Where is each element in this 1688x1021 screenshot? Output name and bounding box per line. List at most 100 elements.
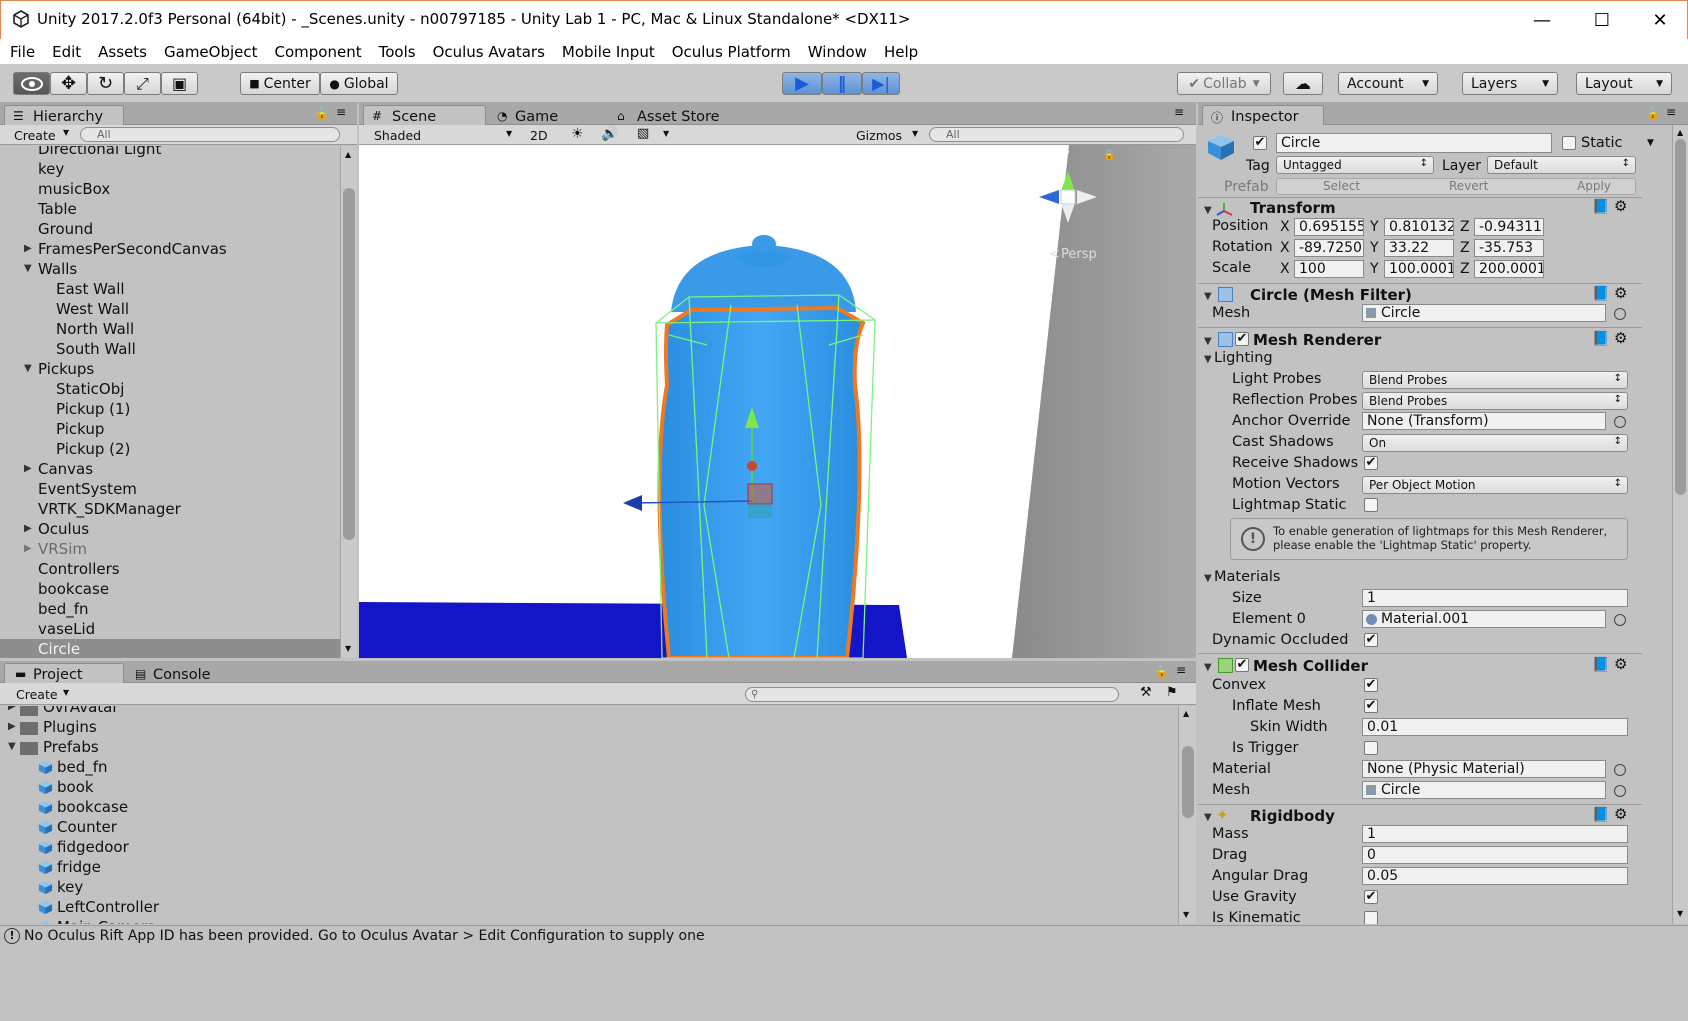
sun-icon[interactable]: ☀	[571, 126, 584, 142]
hierarchy-scroll-thumb[interactable]	[343, 188, 355, 540]
project-create-button[interactable]: Create	[16, 687, 58, 702]
scene-search-input[interactable]: All	[929, 127, 1184, 142]
lock-icon[interactable]: 🔒	[1103, 150, 1115, 161]
project-prefab-item[interactable]: bed_fn	[57, 758, 108, 776]
scale-x-input[interactable]: 100	[1294, 260, 1364, 278]
prefab-apply-button[interactable]: Apply	[1577, 179, 1611, 193]
collapse-arrow-icon[interactable]: ▼	[1204, 573, 1212, 584]
object-picker-icon[interactable]	[1614, 614, 1626, 626]
hierarchy-item[interactable]: bookcase	[38, 580, 109, 598]
tab-project[interactable]: ▬ Project	[4, 663, 124, 685]
help-icon[interactable]: 📘	[1592, 807, 1609, 823]
hierarchy-item[interactable]: Table	[38, 200, 77, 218]
rotation-x-input[interactable]: -89.72501	[1294, 239, 1364, 257]
panel-menu-icon[interactable]: ≡	[1666, 105, 1676, 119]
menu-mobile-input[interactable]: Mobile Input	[562, 43, 655, 61]
label-tag-icon[interactable]: ⚑	[1166, 685, 1178, 700]
angular-drag-input[interactable]: 0.05	[1362, 867, 1628, 885]
move-tool-button[interactable]: ✥	[50, 72, 87, 95]
anchor-override-field[interactable]: None (Transform)	[1362, 412, 1606, 430]
help-icon[interactable]: 📘	[1592, 199, 1609, 215]
hierarchy-item[interactable]: Directional Light	[38, 146, 161, 158]
collapse-arrow-icon[interactable]: ▼	[1204, 812, 1212, 823]
cast-shadows-dropdown[interactable]: On	[1362, 434, 1628, 452]
prefab-revert-button[interactable]: Revert	[1449, 179, 1488, 193]
tab-console[interactable]: ▤ Console	[124, 663, 244, 685]
gear-icon[interactable]: ⚙	[1614, 284, 1627, 302]
panel-menu-icon[interactable]: ≡	[336, 105, 346, 119]
menu-tools[interactable]: Tools	[379, 43, 416, 61]
gear-icon[interactable]: ⚙	[1614, 197, 1627, 215]
object-name-input[interactable]: Circle	[1276, 133, 1552, 153]
view-tool-button[interactable]	[13, 72, 50, 95]
hierarchy-item[interactable]: Pickups	[38, 360, 94, 378]
use-gravity-checkbox[interactable]: ✔	[1364, 890, 1378, 904]
menu-assets[interactable]: Assets	[98, 43, 147, 61]
position-x-input[interactable]: 0.695155	[1294, 218, 1364, 236]
mesh-renderer-enabled-checkbox[interactable]: ✔	[1235, 332, 1249, 346]
scale-y-input[interactable]: 100.0001	[1384, 260, 1454, 278]
hierarchy-item[interactable]: West Wall	[56, 300, 129, 318]
project-prefab-item[interactable]: Main Camera	[57, 918, 156, 924]
prefab-select-button[interactable]: Select	[1323, 179, 1360, 193]
rotation-y-input[interactable]: 33.22	[1384, 239, 1454, 257]
collapse-arrow-icon[interactable]: ▼	[24, 263, 32, 274]
tab-inspector[interactable]: ⓘ Inspector	[1202, 105, 1324, 127]
collider-material-field[interactable]: None (Physic Material)	[1362, 760, 1606, 778]
scroll-up-icon[interactable]: ▲	[345, 150, 351, 159]
maximize-button[interactable]: ☐	[1573, 1, 1631, 40]
hierarchy-create-button[interactable]: Create	[14, 128, 56, 143]
hierarchy-item[interactable]: StaticObj	[56, 380, 124, 398]
rect-tool-button[interactable]: ▣	[161, 72, 198, 95]
expand-arrow-icon[interactable]: ▶	[24, 243, 32, 254]
project-prefab-item[interactable]: book	[57, 778, 94, 796]
scroll-down-icon[interactable]: ▼	[1677, 909, 1683, 918]
lightmap-static-checkbox[interactable]	[1364, 498, 1378, 512]
rotate-tool-button[interactable]: ↻	[87, 72, 124, 95]
menu-file[interactable]: File	[10, 43, 35, 61]
position-z-axis-label[interactable]: Z	[1460, 219, 1470, 235]
play-button[interactable]: ▶	[782, 72, 822, 95]
expand-arrow-icon[interactable]: ▶	[8, 721, 16, 732]
hierarchy-item[interactable]: North Wall	[56, 320, 134, 338]
position-y-axis-label[interactable]: Y	[1370, 219, 1379, 235]
pause-button[interactable]: ‖	[822, 72, 862, 95]
tag-dropdown[interactable]: Untagged	[1276, 156, 1434, 174]
collapse-arrow-icon[interactable]: ▼	[8, 741, 16, 752]
mesh-collider-enabled-checkbox[interactable]: ✔	[1235, 658, 1249, 672]
expand-arrow-icon[interactable]: ▶	[8, 706, 16, 712]
element0-field[interactable]: Material.001	[1362, 610, 1606, 628]
rotation-y-axis-label[interactable]: Y	[1370, 240, 1379, 256]
cloud-button[interactable]: ☁	[1283, 72, 1323, 95]
hierarchy-item[interactable]: East Wall	[56, 280, 125, 298]
expand-arrow-icon[interactable]: ▶	[24, 543, 32, 554]
is-trigger-checkbox[interactable]	[1364, 741, 1378, 755]
scroll-down-icon[interactable]: ▼	[345, 644, 351, 653]
receive-shadows-checkbox[interactable]: ✔	[1364, 456, 1378, 470]
project-prefab-item[interactable]: LeftController	[57, 898, 159, 916]
gear-icon[interactable]: ⚙	[1614, 655, 1627, 673]
help-icon[interactable]: 📘	[1592, 331, 1609, 347]
hierarchy-item[interactable]: Controllers	[38, 560, 120, 578]
hierarchy-item[interactable]: EventSystem	[38, 480, 137, 498]
hierarchy-item[interactable]: vaseLid	[38, 620, 95, 638]
motion-vectors-dropdown[interactable]: Per Object Motion	[1362, 476, 1628, 494]
account-dropdown[interactable]: Account ▼	[1338, 72, 1438, 95]
dynamic-occluded-checkbox[interactable]: ✔	[1364, 633, 1378, 647]
hierarchy-item[interactable]: musicBox	[38, 180, 110, 198]
collapse-arrow-icon[interactable]: ▼	[1204, 205, 1212, 216]
help-icon[interactable]: 📘	[1592, 657, 1609, 673]
panel-menu-icon[interactable]: ≡	[1176, 663, 1186, 677]
hierarchy-item[interactable]: FramesPerSecondCanvas	[38, 240, 227, 258]
menu-window[interactable]: Window	[808, 43, 867, 61]
2d-toggle[interactable]: 2D	[530, 128, 548, 143]
scale-x-axis-label[interactable]: X	[1280, 261, 1290, 277]
inflate-mesh-checkbox[interactable]: ✔	[1364, 699, 1378, 713]
collapse-arrow-icon[interactable]: ▼	[24, 363, 32, 374]
rotation-z-input[interactable]: -35.753	[1474, 239, 1544, 257]
reflection-probes-dropdown[interactable]: Blend Probes	[1362, 392, 1628, 410]
status-bar[interactable]: ! No Oculus Rift App ID has been provide…	[0, 925, 1688, 947]
hierarchy-search-input[interactable]: All	[80, 127, 340, 142]
project-folder[interactable]: OvrAvatar	[43, 706, 119, 716]
project-prefab-item[interactable]: fridge	[57, 858, 101, 876]
